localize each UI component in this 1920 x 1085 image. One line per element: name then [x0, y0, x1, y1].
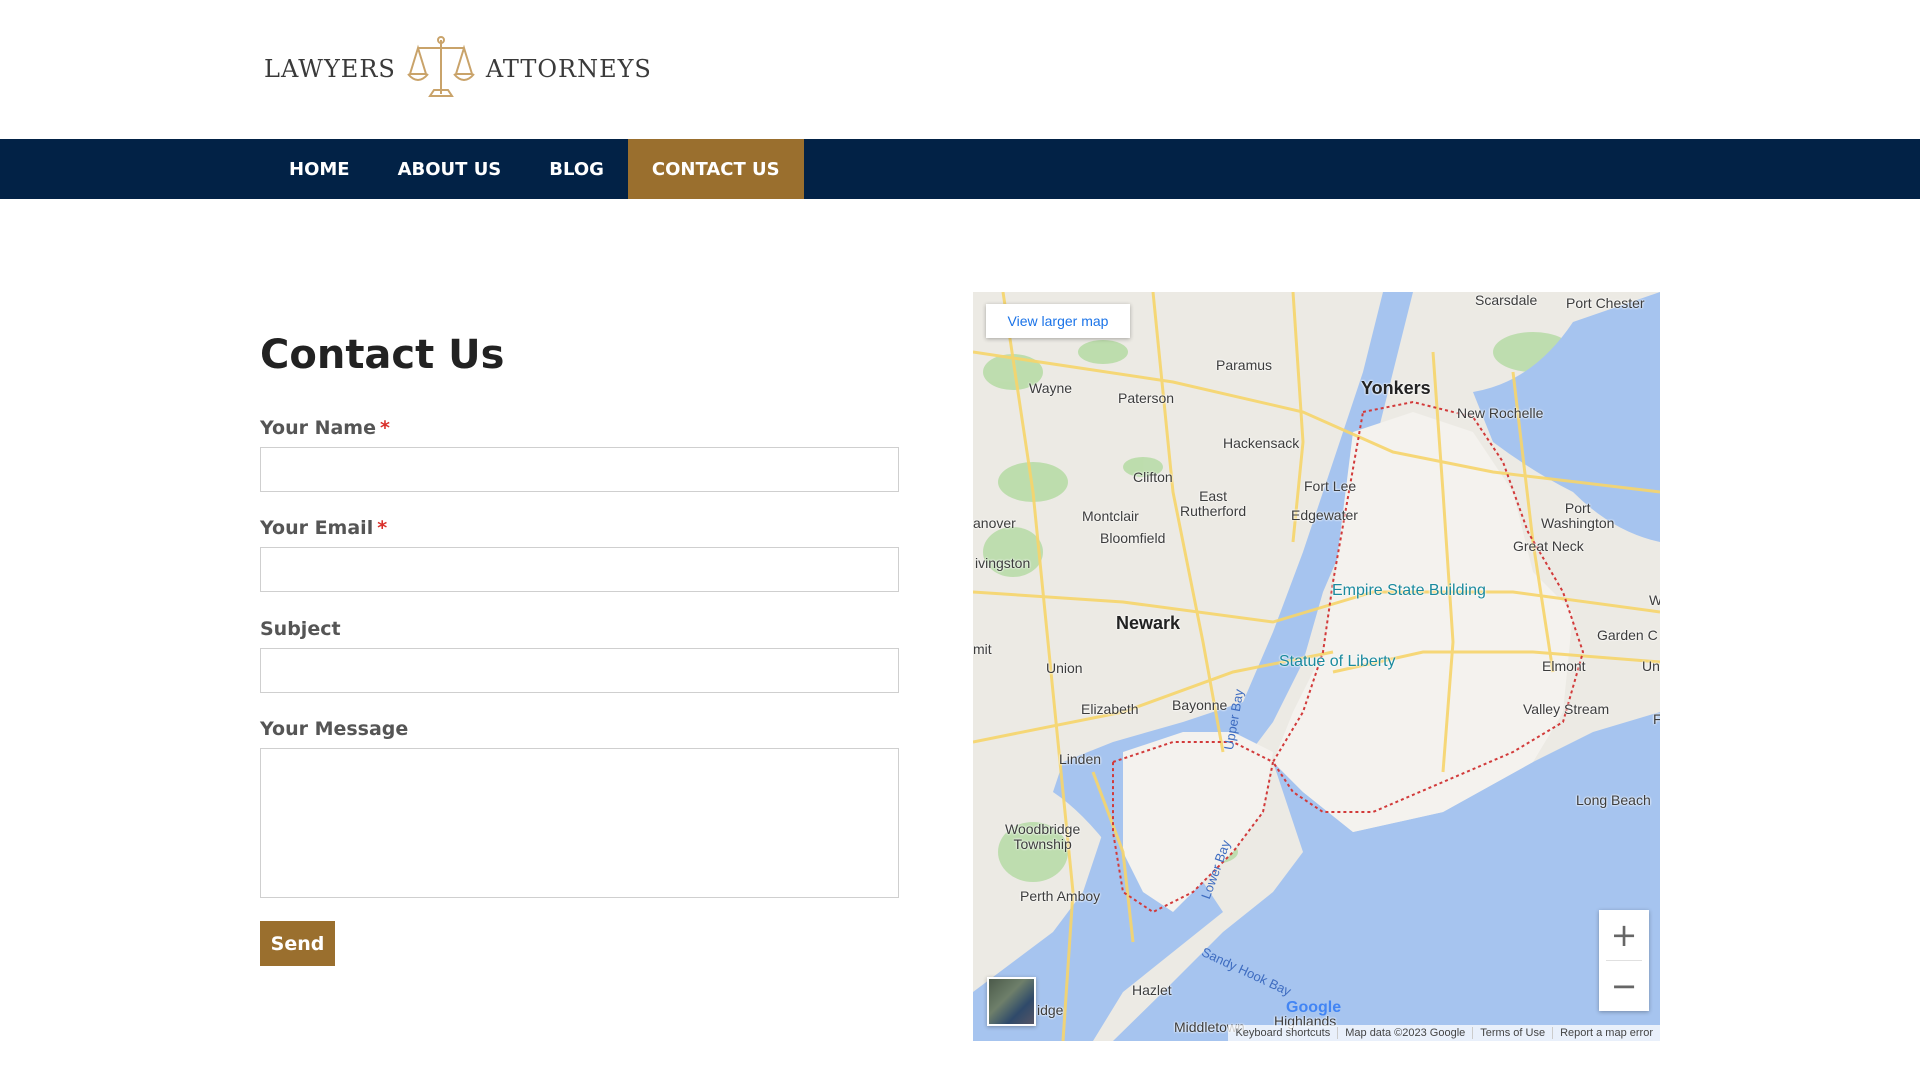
map-label-garden-city: Garden C	[1597, 627, 1658, 643]
map-label-perth-amboy: Perth Amboy	[1020, 888, 1101, 904]
map-label-east-rutherford: East Rutherford	[1180, 488, 1247, 519]
embedded-map[interactable]: Scarsdale Port Chester Paramus Wayne Pat…	[973, 292, 1660, 1041]
map-label-new-rochelle: New Rochelle	[1457, 405, 1544, 421]
map-label-bloomfield: Bloomfield	[1100, 530, 1166, 546]
name-label: Your Name	[260, 417, 376, 439]
map-label-woodbridge: Woodbridge Township	[1005, 821, 1081, 852]
scales-of-justice-icon	[407, 36, 475, 97]
nav-item-about-us[interactable]: ABOUT US	[374, 139, 526, 199]
map-label-long-beach: Long Beach	[1576, 792, 1651, 808]
nav-item-home[interactable]: HOME	[265, 139, 374, 199]
subject-field-group: Subject	[260, 617, 900, 693]
send-button[interactable]: Send	[260, 921, 335, 966]
main-navigation: HOME ABOUT US BLOG CONTACT US	[0, 139, 1920, 199]
zoom-controls: + −	[1599, 910, 1649, 1011]
map-label-yonkers: Yonkers	[1361, 378, 1431, 398]
page-title: Contact Us	[260, 332, 505, 378]
map-label-paramus: Paramus	[1216, 357, 1273, 373]
map-label-west: W	[1649, 592, 1660, 608]
keyboard-shortcuts-link[interactable]: Keyboard shortcuts	[1228, 1027, 1337, 1039]
email-label: Your Email	[260, 517, 374, 539]
map-label-hazlet: Hazlet	[1132, 982, 1172, 998]
map-label-bayonne: Bayonne	[1172, 697, 1228, 713]
subject-input[interactable]	[260, 648, 899, 693]
terms-of-use-link[interactable]: Terms of Use	[1472, 1027, 1552, 1039]
site-logo[interactable]: LAWYERS ATTORNEYS	[264, 34, 652, 104]
map-label-linden: Linden	[1059, 751, 1102, 767]
map-label-clifton: Clifton	[1133, 469, 1173, 485]
map-label-f: F	[1653, 711, 1660, 727]
satellite-toggle-button[interactable]	[987, 977, 1036, 1026]
map-label-bridge: idge	[1037, 1002, 1064, 1018]
map-label-fort-lee: Fort Lee	[1304, 478, 1357, 494]
google-logo: Google	[1286, 999, 1342, 1016]
map-label-elmont: Elmont	[1542, 658, 1586, 674]
name-field-group: Your Name *	[260, 416, 900, 492]
required-marker: *	[380, 417, 390, 439]
map-label-hackensack: Hackensack	[1223, 435, 1300, 451]
map-label-valley-stream: Valley Stream	[1523, 701, 1610, 717]
map-label-wayne: Wayne	[1029, 380, 1073, 396]
map-poi-statue-of-liberty[interactable]: Statue of Liberty	[1279, 653, 1396, 671]
zoom-in-button[interactable]: +	[1599, 910, 1649, 960]
map-label-edgewater: Edgewater	[1291, 507, 1358, 523]
map-label-hanover: anover	[973, 515, 1016, 531]
nav-item-blog[interactable]: BLOG	[525, 139, 628, 199]
view-larger-map-link[interactable]: View larger map	[986, 304, 1130, 338]
map-label-summit: mit	[973, 641, 992, 657]
logo-right-word: ATTORNEYS	[485, 55, 652, 83]
map-label-great-neck: Great Neck	[1513, 538, 1584, 554]
email-input[interactable]	[260, 547, 899, 592]
map-poi-empire-state-building[interactable]: Empire State Building	[1332, 582, 1486, 600]
message-field-group: Your Message	[260, 717, 900, 898]
map-label-scarsdale: Scarsdale	[1475, 292, 1538, 308]
map-label-newark: Newark	[1116, 613, 1181, 633]
message-textarea[interactable]	[260, 748, 899, 898]
message-label: Your Message	[260, 718, 409, 740]
map-label-paterson: Paterson	[1118, 390, 1175, 406]
map-label-montclair: Montclair	[1082, 508, 1139, 524]
map-label-port-chester: Port Chester	[1566, 295, 1645, 311]
name-input[interactable]	[260, 447, 899, 492]
subject-label: Subject	[260, 618, 341, 640]
zoom-out-button[interactable]: −	[1599, 961, 1649, 1011]
map-label-livingston: ivingston	[975, 555, 1031, 571]
logo-left-word: LAWYERS	[264, 55, 396, 83]
map-attribution-bar: Keyboard shortcuts Map data ©2023 Google…	[1228, 1025, 1660, 1041]
map-label-uniondale: Un	[1642, 658, 1660, 674]
map-label-port-washington: Port Washington	[1541, 500, 1615, 531]
report-map-error-link[interactable]: Report a map error	[1552, 1027, 1660, 1039]
map-label-elizabeth: Elizabeth	[1081, 701, 1139, 717]
contact-form: Contact Us Your Name * Your Email * Subjec…	[260, 330, 900, 966]
site-header: LAWYERS ATTORNEYS	[0, 0, 1920, 139]
map-label-union: Union	[1046, 660, 1083, 676]
nav-item-contact-us[interactable]: CONTACT US	[627, 139, 804, 199]
email-field-group: Your Email *	[260, 516, 900, 592]
map-data-text: Map data ©2023 Google	[1337, 1027, 1472, 1039]
required-marker: *	[377, 517, 388, 539]
